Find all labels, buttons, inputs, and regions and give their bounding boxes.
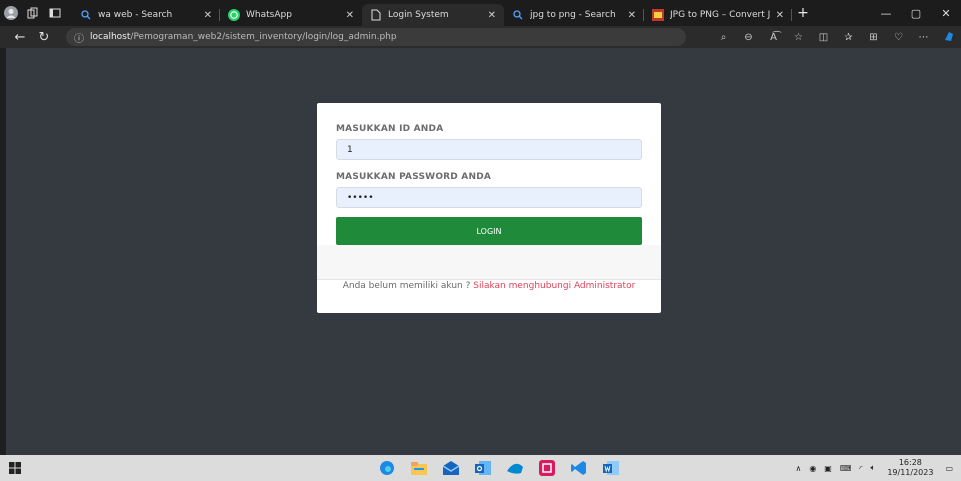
start-button[interactable]	[0, 462, 30, 474]
workspaces-button[interactable]	[22, 0, 44, 26]
keyboard-icon[interactable]: ⌨	[840, 464, 852, 473]
app-icon	[507, 463, 523, 474]
taskbar-edge[interactable]	[371, 455, 403, 481]
taskbar-app[interactable]	[499, 455, 531, 481]
address-bar[interactable]: ⓘ localhost/Pemograman_web2/sistem_inven…	[66, 28, 686, 46]
favorite-icon[interactable]: ☆	[786, 32, 811, 43]
profile-icon	[4, 6, 18, 20]
search-page-icon[interactable]: ⌕	[711, 32, 736, 43]
extensions-icon[interactable]: ♡	[886, 32, 911, 43]
no-account-text: Anda belum memiliki akun ?	[342, 281, 474, 291]
url-host: localhost	[90, 32, 131, 42]
tray-screen-icon[interactable]: ▣	[824, 464, 832, 473]
search-icon	[512, 9, 524, 21]
tab-title: wa web - Search	[98, 10, 173, 20]
tab-whatsapp[interactable]: WhatsApp ✕	[220, 4, 362, 26]
tab-login-system[interactable]: Login System ✕	[362, 4, 504, 26]
minimize-icon[interactable]: —	[871, 7, 901, 20]
tab-jpg-to-png-search[interactable]: jpg to png - Search ✕	[504, 4, 644, 26]
system-tray: ∧ ◉ ▣ ⌨ ◜ 🔈︎ 16:28 19/11/2023 ▭	[791, 455, 961, 481]
clock[interactable]: 16:28 19/11/2023	[887, 458, 933, 478]
taskbar-vscode[interactable]	[563, 455, 595, 481]
id-input[interactable]: 1	[336, 139, 642, 160]
taskbar: ∧ ◉ ▣ ⌨ ◜ 🔈︎ 16:28 19/11/2023 ▭	[0, 455, 961, 481]
close-tab-icon[interactable]: ✕	[204, 10, 212, 21]
close-window-icon[interactable]: ✕	[931, 7, 961, 20]
clock-date: 19/11/2023	[887, 468, 934, 477]
password-label: MASUKKAN PASSWORD ANDA	[336, 172, 492, 182]
page-icon	[370, 9, 382, 21]
whatsapp-icon	[228, 9, 240, 21]
taskbar-explorer[interactable]	[403, 455, 435, 481]
close-tab-icon[interactable]: ✕	[628, 10, 636, 21]
read-aloud-icon[interactable]: A͡	[761, 32, 786, 43]
tab-actions-icon	[49, 8, 61, 18]
office-icon	[539, 460, 555, 476]
mail-icon	[443, 461, 459, 475]
tab-title: WhatsApp	[246, 10, 292, 20]
new-tab-button[interactable]: +	[792, 0, 814, 26]
profile-avatar[interactable]	[0, 0, 22, 26]
taskbar-word[interactable]	[595, 455, 627, 481]
close-tab-icon[interactable]: ✕	[488, 10, 496, 21]
folder-icon	[411, 462, 427, 475]
tab-title: jpg to png - Search	[530, 10, 616, 20]
close-tab-icon[interactable]: ✕	[346, 10, 354, 21]
browser-tab-bar: wa web - Search ✕ WhatsApp ✕ Login Syste…	[0, 0, 961, 26]
refresh-icon[interactable]: ↻	[32, 30, 56, 45]
browser-tools: ⌕ ⊖ A͡ ☆ ◫ ✰ ⊞ ♡ ⋯	[711, 30, 961, 45]
no-account-message: Anda belum memiliki akun ? Silakan mengh…	[317, 281, 661, 291]
converter-icon	[652, 9, 664, 21]
address-toolbar: ← ↻ ⓘ localhost/Pemograman_web2/sistem_i…	[0, 26, 961, 48]
restore-icon[interactable]: ▢	[901, 7, 931, 20]
search-icon	[80, 9, 92, 21]
password-input[interactable]: •••••	[336, 187, 642, 208]
zoom-icon[interactable]: ⊖	[736, 32, 761, 43]
page-content: MASUKKAN ID ANDA 1 MASUKKAN PASSWORD AND…	[6, 48, 961, 455]
collections-icon[interactable]: ⊞	[861, 32, 886, 43]
tab-wa-web-search[interactable]: wa web - Search ✕	[72, 4, 220, 26]
taskbar-apps	[371, 455, 627, 481]
taskbar-mail[interactable]	[435, 455, 467, 481]
tab-title: JPG to PNG – Convert JPE	[670, 10, 770, 20]
split-screen-icon[interactable]: ◫	[811, 32, 836, 43]
info-icon[interactable]: ⓘ	[74, 30, 84, 45]
contact-admin-link[interactable]: Silakan menghubungi Administrator	[473, 281, 635, 291]
outlook-icon	[475, 461, 491, 475]
login-button[interactable]: LOGIN	[336, 217, 642, 245]
url-path: /Pemograman_web2/sistem_inventory/login/…	[130, 32, 397, 42]
tray-app-icon[interactable]: ◉	[809, 464, 816, 473]
vscode-icon	[571, 461, 586, 475]
windows-icon	[9, 462, 21, 474]
close-tab-icon[interactable]: ✕	[776, 10, 784, 21]
tab-jpg-to-png-convert[interactable]: JPG to PNG – Convert JPE ✕	[644, 4, 792, 26]
card-footer	[317, 245, 661, 280]
window-controls: — ▢ ✕	[871, 0, 961, 26]
chevron-up-icon[interactable]: ∧	[795, 464, 801, 473]
word-icon	[603, 461, 619, 475]
volume-icon[interactable]: 🔈︎	[871, 463, 876, 473]
tab-actions-button[interactable]	[44, 0, 66, 26]
edge-icon	[380, 461, 394, 475]
wifi-icon[interactable]: ◜	[859, 464, 862, 473]
id-label: MASUKKAN ID ANDA	[336, 124, 444, 134]
back-icon[interactable]: ←	[8, 30, 32, 45]
more-icon[interactable]: ⋯	[911, 32, 936, 43]
copilot-icon[interactable]	[936, 30, 961, 45]
taskbar-office[interactable]	[531, 455, 563, 481]
notification-icon[interactable]: ▭	[945, 464, 953, 473]
workspaces-icon	[27, 7, 38, 19]
clock-time: 16:28	[898, 458, 922, 467]
favorites-icon[interactable]: ✰	[836, 32, 861, 43]
taskbar-outlook[interactable]	[467, 455, 499, 481]
login-card: MASUKKAN ID ANDA 1 MASUKKAN PASSWORD AND…	[317, 103, 661, 313]
tab-title: Login System	[388, 10, 449, 20]
